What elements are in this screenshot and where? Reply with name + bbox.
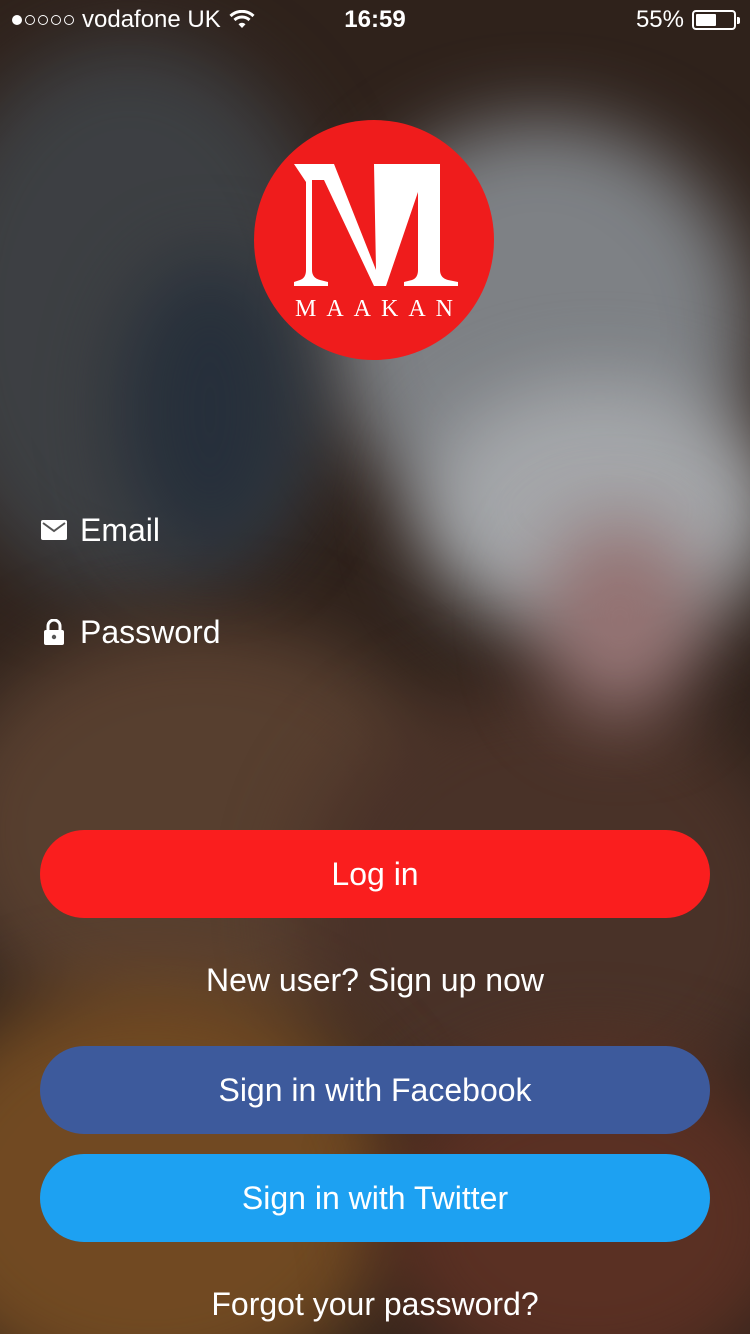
password-field[interactable]: Password [40,602,710,662]
email-field[interactable]: Email [40,500,710,560]
lock-icon [40,618,68,646]
mail-icon [40,516,68,544]
status-bar: vodafone UK 16:59 55% [0,0,750,40]
forgot-password-link[interactable]: Forgot your password? [0,1286,750,1323]
signup-link[interactable]: New user? Sign up now [0,962,750,999]
logo-brand-text: MAAKAN [295,296,463,322]
battery-percent: 55% [635,6,684,33]
battery-icon [692,10,740,30]
login-button[interactable]: Log in [40,830,710,918]
facebook-signin-button[interactable]: Sign in with Facebook [40,1046,710,1134]
password-placeholder: Password [80,613,221,650]
logo-m-mark [294,164,458,286]
email-placeholder: Email [80,511,161,548]
twitter-signin-button[interactable]: Sign in with Twitter [40,1154,710,1242]
app-logo: MAAKAN [254,120,494,360]
